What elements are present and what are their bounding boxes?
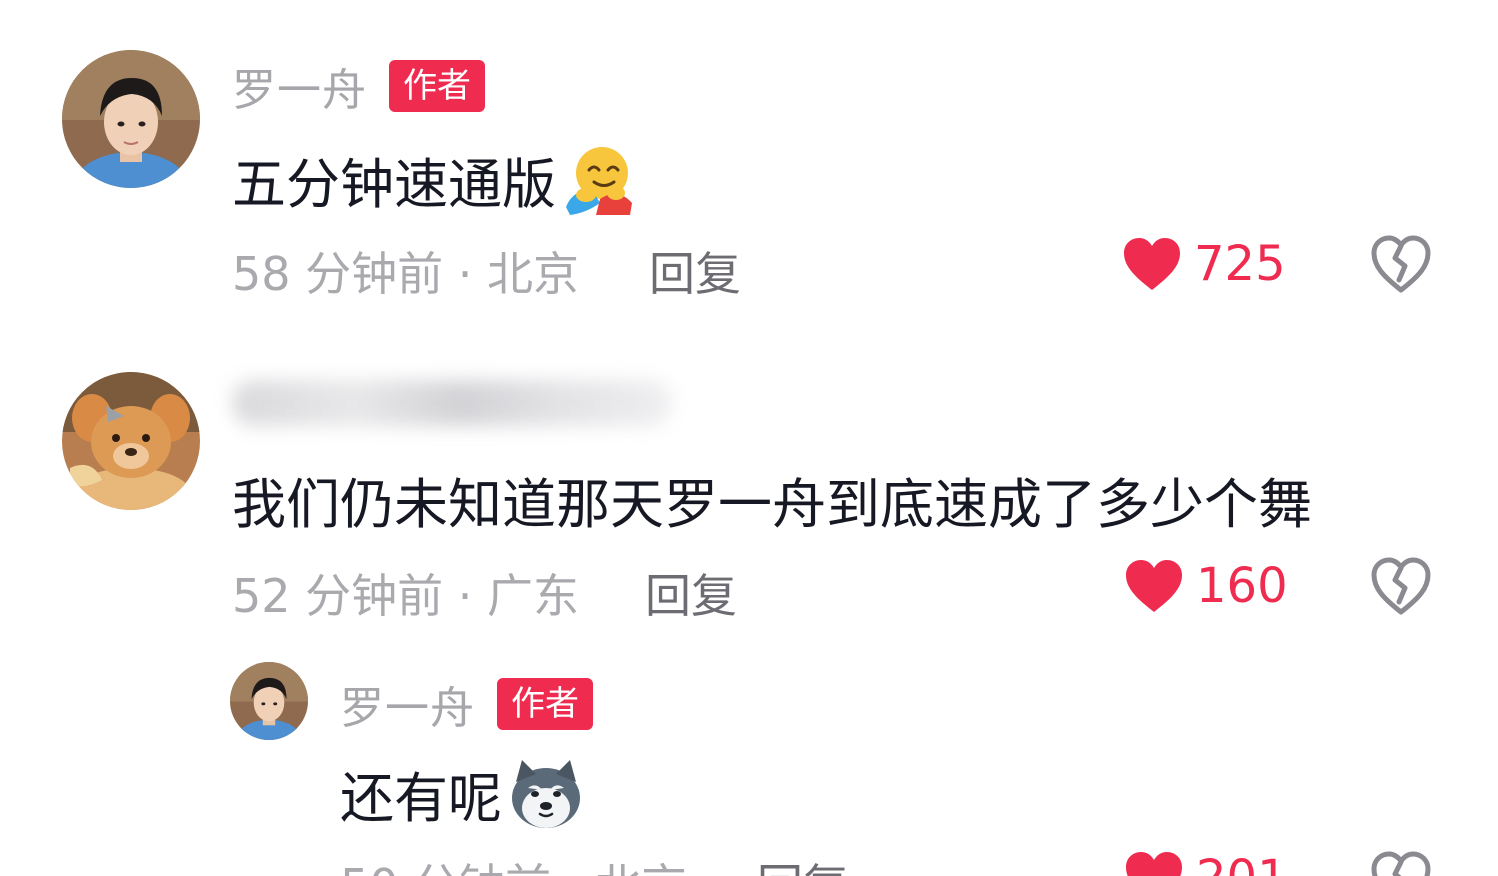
comment-item: 罗一舟 作者 五分钟速通版 58 分钟前 · 北京 回复 725	[0, 0, 1498, 320]
author-avatar-image	[230, 662, 308, 740]
comment-content: 我们仍未知道那天罗一舟到底速成了多少个舞	[232, 460, 1312, 539]
author-row: 罗一舟 作者	[232, 54, 485, 118]
broken-heart-icon	[1371, 557, 1431, 615]
comment-item: 我们仍未知道那天罗一舟到底速成了多少个舞 52 分钟前 · 广东 回复 160	[0, 320, 1498, 650]
reply-item: 罗一舟 作者 还有呢 50 分钟前	[0, 650, 1498, 876]
comment-text: 我们仍未知道那天罗一舟到底速成了多少个舞	[232, 473, 1312, 536]
like-count: 201	[1196, 850, 1288, 876]
reply-content: 还有呢	[340, 754, 586, 833]
hugging-face-emoji-icon	[560, 143, 636, 217]
dislike-button[interactable]	[1370, 850, 1432, 876]
reply-meta: 50 分钟前 · 北京 回复	[340, 850, 849, 876]
reply-button[interactable]: 回复	[645, 560, 737, 626]
avatar[interactable]	[62, 372, 200, 510]
comment-meta: 52 分钟前 · 广东 回复	[232, 560, 737, 626]
author-badge: 作者	[497, 678, 593, 730]
author-name[interactable]: 罗一舟	[232, 54, 367, 118]
like-count: 160	[1196, 558, 1288, 614]
avatar[interactable]	[62, 50, 200, 188]
husky-face-emoji-icon	[506, 758, 586, 830]
comment-time-location: 58 分钟前 · 北京	[232, 247, 580, 301]
reply-time-location: 50 分钟前 · 北京	[340, 850, 687, 876]
broken-heart-icon	[1371, 851, 1431, 876]
hidden-author-name	[232, 380, 672, 426]
comment-content: 五分钟速通版	[232, 140, 636, 219]
author-row: 罗一舟 作者	[340, 672, 593, 736]
comment-list: 罗一舟 作者 五分钟速通版 58 分钟前 · 北京 回复 725 我们仍未知道那…	[0, 0, 1498, 876]
broken-heart-icon	[1371, 235, 1431, 293]
reply-button[interactable]: 回复	[649, 238, 741, 304]
like-count: 725	[1194, 236, 1286, 292]
heart-icon	[1124, 238, 1180, 290]
author-avatar-image	[62, 50, 200, 188]
like-button[interactable]: 160	[1124, 558, 1288, 614]
reply-button[interactable]: 回复	[757, 850, 849, 876]
reply-text: 还有呢	[340, 767, 502, 830]
heart-icon	[1126, 852, 1182, 876]
dislike-button[interactable]	[1370, 556, 1432, 620]
author-name[interactable]: 罗一舟	[340, 672, 475, 736]
comment-time-location: 52 分钟前 · 广东	[232, 569, 580, 623]
comment-meta: 58 分钟前 · 北京 回复	[232, 238, 741, 304]
like-button[interactable]: 725	[1122, 236, 1286, 292]
bear-avatar-image	[62, 372, 200, 510]
author-badge: 作者	[389, 60, 485, 112]
comment-text: 五分钟速通版	[232, 153, 556, 216]
heart-icon	[1126, 560, 1182, 612]
like-button[interactable]: 201	[1124, 850, 1288, 876]
avatar[interactable]	[230, 662, 308, 740]
dislike-button[interactable]	[1370, 234, 1432, 298]
